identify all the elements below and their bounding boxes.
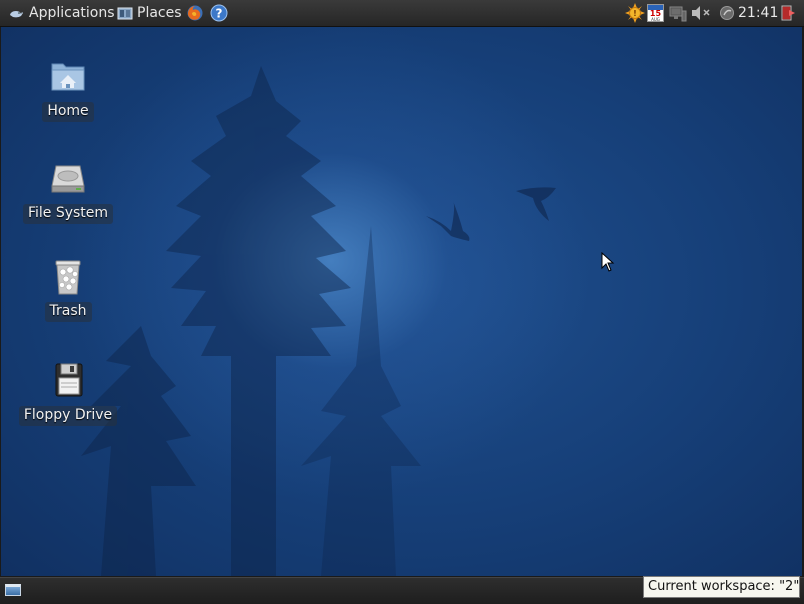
places-folder-icon: [117, 7, 133, 20]
firefox-icon: [187, 5, 203, 21]
desktop-background[interactable]: [1, 26, 802, 576]
calendar-month: AUG: [651, 17, 660, 22]
forest-wallpaper: [81, 66, 556, 576]
floppy-icon: [48, 362, 88, 402]
help-icon: ?: [210, 4, 228, 22]
svg-text:!: !: [633, 9, 637, 18]
desktop-icon-label: Floppy Drive: [18, 406, 118, 426]
network-tray[interactable]: [669, 0, 687, 26]
calendar-icon: 15 AUG: [647, 4, 664, 22]
applications-menu[interactable]: Applications: [8, 0, 115, 26]
volume-muted-icon: [692, 6, 710, 20]
places-label: Places: [137, 5, 182, 21]
xfce-mouse-icon: [10, 11, 23, 18]
svg-text:?: ?: [216, 7, 223, 21]
desktop-icon-trash[interactable]: Trash: [18, 258, 118, 322]
desktop-icon-home[interactable]: Home: [18, 58, 118, 122]
hard-drive-icon: [48, 160, 88, 200]
workspace-tooltip: Current workspace: "2": [643, 576, 800, 598]
calendar-tray[interactable]: 15 AUG: [647, 0, 664, 26]
applications-label: Applications: [29, 5, 115, 21]
desktop-icon-file-system[interactable]: File System: [18, 160, 118, 224]
desktop-icon-floppy-drive[interactable]: Floppy Drive: [18, 362, 118, 426]
clock[interactable]: 21:41: [738, 0, 778, 26]
top-panel: Applications Places ? ! 15 AUG 21:41: [0, 0, 804, 27]
desktop-icon-label: Home: [42, 102, 94, 122]
clock-time: 21:41: [738, 5, 779, 21]
logout-button[interactable]: [780, 0, 796, 26]
show-desktop-button[interactable]: [5, 584, 21, 596]
sun-updates-icon: !: [625, 3, 645, 23]
mouse-pointer-icon: [601, 252, 615, 272]
places-menu[interactable]: Places: [117, 0, 182, 26]
updates-tray[interactable]: !: [625, 0, 645, 26]
firefox-launcher[interactable]: [186, 0, 204, 26]
desktop-icon-label: File System: [22, 204, 114, 224]
power-manager-icon: [720, 6, 734, 20]
logout-icon: [781, 5, 795, 21]
power-tray[interactable]: [719, 0, 735, 26]
home-folder-icon: [48, 58, 88, 98]
desktop-icon-label: Trash: [44, 302, 92, 322]
help-launcher[interactable]: ?: [210, 0, 228, 26]
volume-tray[interactable]: [690, 0, 712, 26]
network-icon: [669, 6, 687, 22]
trash-icon: [48, 258, 88, 298]
